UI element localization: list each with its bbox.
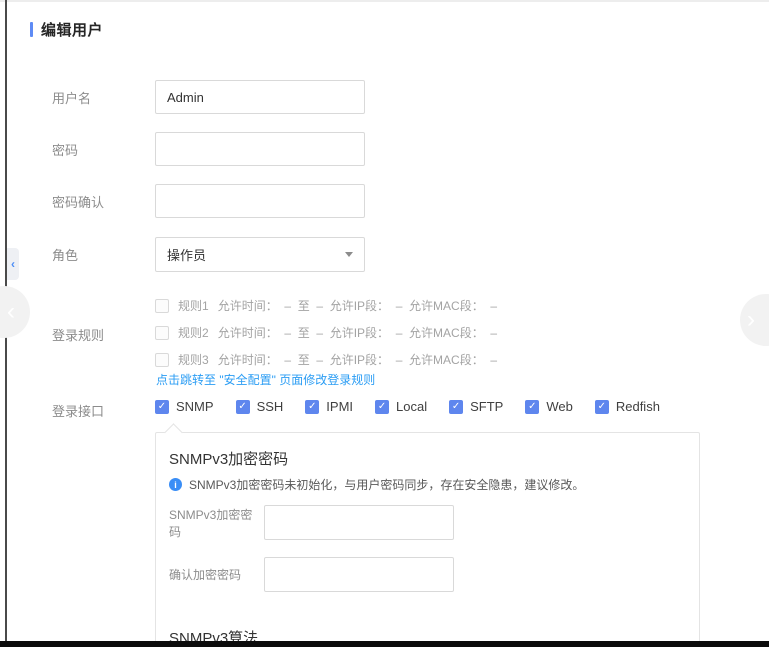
login-rules-label: 登录规则 bbox=[52, 325, 104, 344]
role-select-value: 操作员 bbox=[167, 245, 206, 264]
password-confirm-row: 密码确认 bbox=[52, 184, 365, 218]
snmpv3-panel: SNMPv3加密密码 i SNMPv3加密密码未初始化，与用户密码同步，存在安全… bbox=[155, 432, 700, 647]
password-label: 密码 bbox=[52, 140, 155, 159]
interface-checkbox-web[interactable]: ✓ Web bbox=[525, 399, 573, 414]
checkbox-checked-icon: ✓ bbox=[155, 400, 169, 414]
panel-callout-notch bbox=[164, 423, 182, 441]
rule3-checkbox[interactable] bbox=[155, 353, 169, 367]
info-icon: i bbox=[169, 478, 182, 491]
chevron-left-icon: ‹ bbox=[7, 298, 15, 326]
rule3-name: 规则3 bbox=[178, 351, 209, 368]
role-select[interactable]: 操作员 bbox=[155, 237, 365, 272]
chevron-right-icon: › bbox=[747, 306, 755, 334]
username-row: 用户名 bbox=[52, 80, 365, 114]
carousel-next-button[interactable]: › bbox=[740, 294, 769, 346]
password-row: 密码 bbox=[52, 132, 365, 166]
checkbox-checked-icon: ✓ bbox=[595, 400, 609, 414]
snmpv3-panel-title: SNMPv3加密密码 bbox=[169, 448, 288, 469]
chevron-down-icon bbox=[345, 252, 353, 257]
rule1-checkbox[interactable] bbox=[155, 299, 169, 313]
interface-checkbox-local[interactable]: ✓ Local bbox=[375, 399, 427, 414]
checkbox-checked-icon: ✓ bbox=[449, 400, 463, 414]
interface-checkbox-ipmi[interactable]: ✓ IPMI bbox=[305, 399, 353, 414]
login-rule-row-1: 规则1 允许时间： – 至 – 允许IP段： – 允许MAC段： – bbox=[155, 292, 497, 319]
rule2-checkbox[interactable] bbox=[155, 326, 169, 340]
role-label: 角色 bbox=[52, 245, 155, 264]
snmpv3-password-input[interactable] bbox=[264, 505, 454, 540]
checkbox-checked-icon: ✓ bbox=[525, 400, 539, 414]
checkbox-checked-icon: ✓ bbox=[375, 400, 389, 414]
snmpv3-password-label: SNMPv3加密密码 bbox=[169, 506, 264, 540]
role-row: 角色 操作员 bbox=[52, 237, 365, 272]
rule1-detail: 允许时间： – 至 – 允许IP段： – 允许MAC段： – bbox=[218, 297, 497, 314]
bottom-black-bar bbox=[0, 641, 769, 647]
page-title: 编辑用户 bbox=[41, 19, 103, 40]
login-interfaces-row: ✓ SNMP ✓ SSH ✓ IPMI ✓ Local ✓ SFTP ✓ Web… bbox=[155, 399, 660, 414]
snmpv3-notice: i SNMPv3加密密码未初始化，与用户密码同步，存在安全隐患，建议修改。 bbox=[169, 476, 584, 493]
interface-label-web: Web bbox=[546, 399, 573, 414]
snmpv3-password-row: SNMPv3加密密码 bbox=[169, 505, 454, 540]
login-rule-row-2: 规则2 允许时间： – 至 – 允许IP段： – 允许MAC段： – bbox=[155, 319, 497, 346]
login-rules-block: 规则1 允许时间： – 至 – 允许IP段： – 允许MAC段： – 规则2 允… bbox=[155, 292, 497, 373]
title-accent-bar bbox=[30, 22, 33, 37]
username-input[interactable] bbox=[155, 80, 365, 114]
interface-label-ipmi: IPMI bbox=[326, 399, 353, 414]
interface-checkbox-sftp[interactable]: ✓ SFTP bbox=[449, 399, 503, 414]
rule2-name: 规则2 bbox=[178, 324, 209, 341]
interface-label-redfish: Redfish bbox=[616, 399, 660, 414]
security-config-link[interactable]: 点击跳转至 "安全配置" 页面修改登录规则 bbox=[156, 371, 375, 388]
password-confirm-label: 密码确认 bbox=[52, 192, 155, 211]
rule1-name: 规则1 bbox=[178, 297, 209, 314]
interface-label-snmp: SNMP bbox=[176, 399, 214, 414]
top-border-line bbox=[0, 0, 769, 2]
interface-checkbox-snmp[interactable]: ✓ SNMP bbox=[155, 399, 214, 414]
checkbox-checked-icon: ✓ bbox=[236, 400, 250, 414]
rule3-detail: 允许时间： – 至 – 允许IP段： – 允许MAC段： – bbox=[218, 351, 497, 368]
login-rule-row-3: 规则3 允许时间： – 至 – 允许IP段： – 允许MAC段： – bbox=[155, 346, 497, 373]
page-title-row: 编辑用户 bbox=[30, 19, 103, 40]
carousel-prev-button[interactable]: ‹ bbox=[0, 286, 30, 338]
username-label: 用户名 bbox=[52, 88, 155, 107]
interface-label-local: Local bbox=[396, 399, 427, 414]
password-input[interactable] bbox=[155, 132, 365, 166]
rule2-detail: 允许时间： – 至 – 允许IP段： – 允许MAC段： – bbox=[218, 324, 497, 341]
interface-checkbox-ssh[interactable]: ✓ SSH bbox=[236, 399, 284, 414]
interface-label-sftp: SFTP bbox=[470, 399, 503, 414]
interface-label-ssh: SSH bbox=[257, 399, 284, 414]
sidebar-collapse-tab[interactable]: ‹ bbox=[7, 248, 19, 280]
password-confirm-input[interactable] bbox=[155, 184, 365, 218]
interface-checkbox-redfish[interactable]: ✓ Redfish bbox=[595, 399, 660, 414]
snmpv3-password-confirm-label: 确认加密密码 bbox=[169, 566, 264, 583]
checkbox-checked-icon: ✓ bbox=[305, 400, 319, 414]
chevron-left-icon: ‹ bbox=[11, 257, 15, 271]
edit-user-page: 编辑用户 用户名 密码 密码确认 角色 操作员 登录规则 规则1 允许时间： –… bbox=[0, 0, 769, 647]
snmpv3-notice-text: SNMPv3加密密码未初始化，与用户密码同步，存在安全隐患，建议修改。 bbox=[189, 476, 584, 493]
snmpv3-password-confirm-row: 确认加密密码 bbox=[169, 557, 454, 592]
snmpv3-password-confirm-input[interactable] bbox=[264, 557, 454, 592]
login-interfaces-label: 登录接口 bbox=[52, 401, 104, 420]
